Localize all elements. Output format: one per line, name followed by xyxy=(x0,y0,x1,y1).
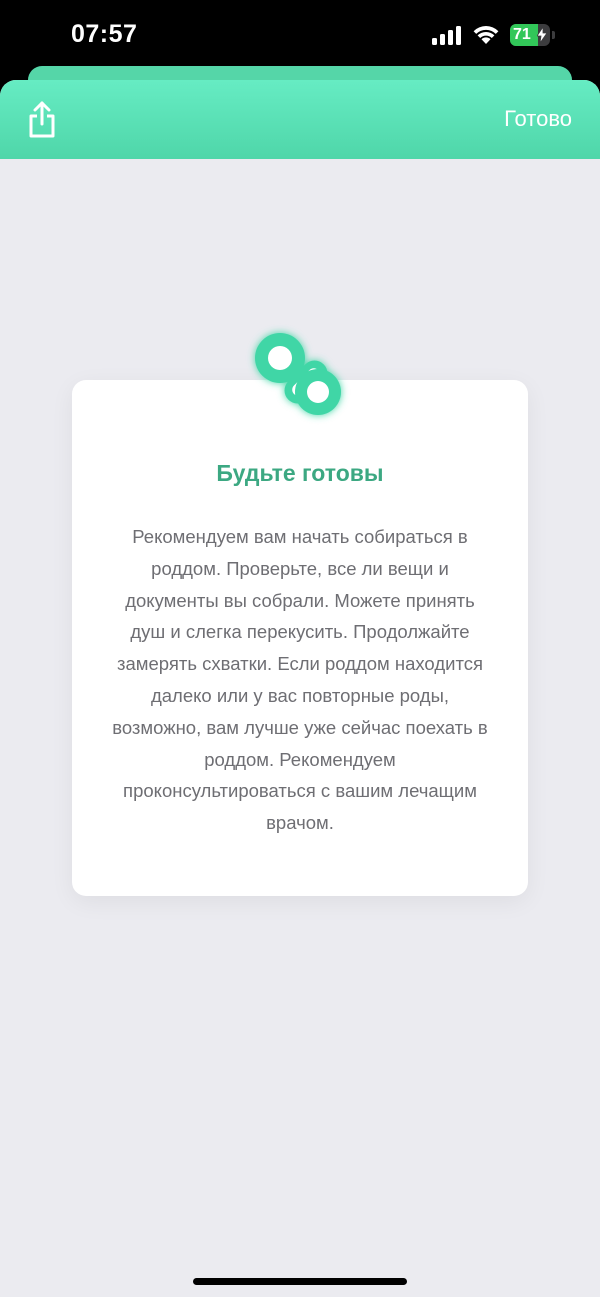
battery-percent: 71 xyxy=(513,26,531,43)
card-title: Будьте готовы xyxy=(216,460,384,486)
status-bar: 07:57 71 xyxy=(0,0,600,72)
share-icon xyxy=(29,101,55,138)
share-button[interactable] xyxy=(22,96,62,142)
wifi-icon xyxy=(473,26,499,44)
charging-bolt-icon xyxy=(537,27,547,43)
battery-indicator: 71 xyxy=(510,24,550,46)
modal-sheet: Готово Будьте готовы Рекомендуем вам нач… xyxy=(0,80,600,1297)
battery-cap xyxy=(552,31,555,39)
card-description: Рекомендуем вам начать собираться в родд… xyxy=(112,526,488,834)
info-card: Будьте готовы Рекомендуем вам начать соб… xyxy=(72,380,528,896)
pacifier-icon xyxy=(255,333,341,415)
done-button[interactable]: Готово xyxy=(504,106,572,132)
home-indicator xyxy=(193,1278,407,1285)
sheet-header: Готово xyxy=(0,80,600,159)
cellular-signal-icon xyxy=(432,26,461,45)
status-time: 07:57 xyxy=(71,20,138,48)
